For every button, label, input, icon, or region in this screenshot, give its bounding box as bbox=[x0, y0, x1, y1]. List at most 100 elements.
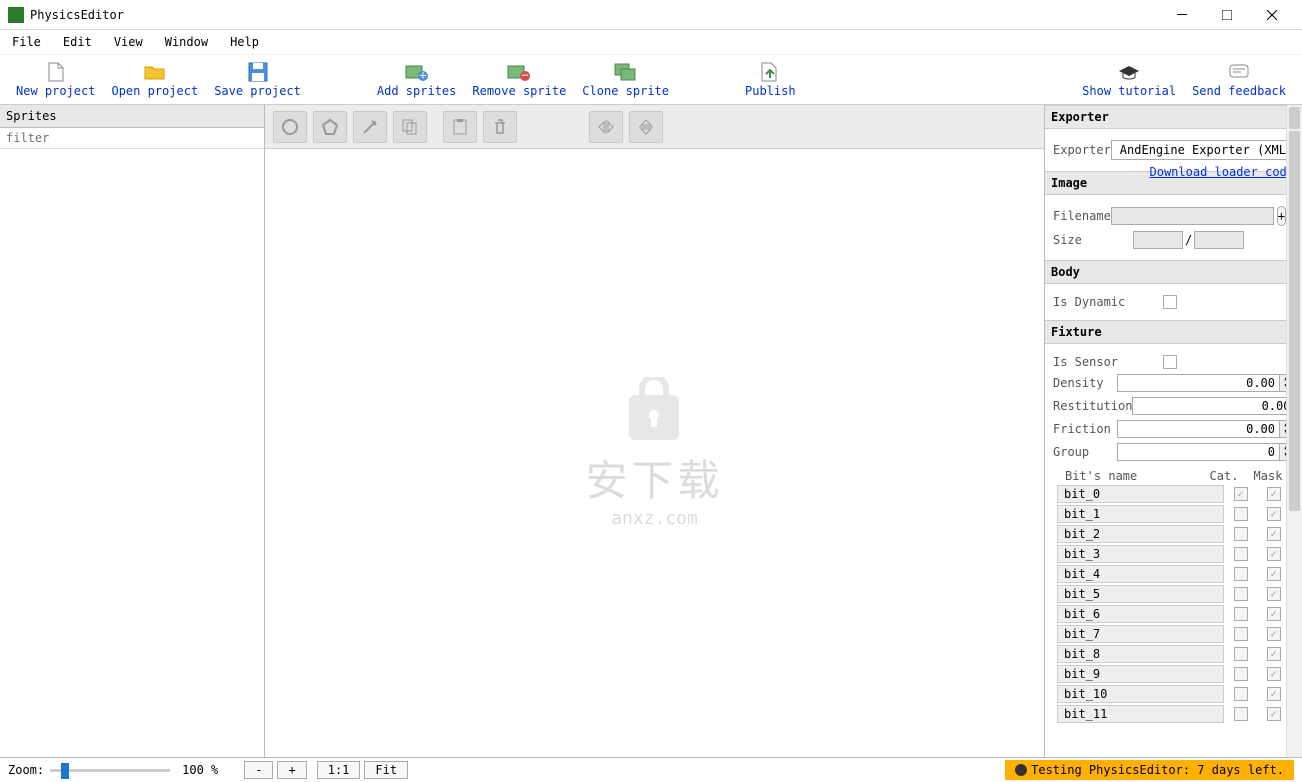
filename-input[interactable] bbox=[1111, 207, 1274, 225]
size-w-input[interactable] bbox=[1133, 231, 1183, 249]
cat-header: Cat. bbox=[1202, 469, 1246, 483]
is-dynamic-label: Is Dynamic bbox=[1053, 295, 1163, 309]
mask-checkbox[interactable]: ✓ bbox=[1267, 487, 1281, 501]
body-section-header: Body bbox=[1045, 260, 1302, 284]
mask-checkbox[interactable]: ✓ bbox=[1267, 527, 1281, 541]
bit-name-input[interactable] bbox=[1057, 545, 1224, 563]
publish-button[interactable]: Publish bbox=[737, 60, 804, 100]
bit-name-input[interactable] bbox=[1057, 645, 1224, 663]
mask-checkbox[interactable]: ✓ bbox=[1267, 687, 1281, 701]
mirror-h-tool[interactable] bbox=[589, 111, 623, 143]
zoom-1to1-button[interactable]: 1:1 bbox=[317, 761, 361, 779]
zoom-in-icon[interactable]: + bbox=[1277, 206, 1286, 226]
sprites-list[interactable] bbox=[0, 149, 264, 757]
size-label: Size bbox=[1053, 233, 1133, 247]
zoom-slider[interactable] bbox=[50, 761, 170, 779]
show-tutorial-button[interactable]: Show tutorial bbox=[1074, 60, 1184, 100]
mirror-v-tool[interactable] bbox=[629, 111, 663, 143]
polygon-tool[interactable] bbox=[313, 111, 347, 143]
send-feedback-button[interactable]: Send feedback bbox=[1184, 60, 1294, 100]
bits-name-header: Bit's name bbox=[1057, 469, 1202, 483]
bit-row: ✓ bbox=[1057, 585, 1290, 603]
cat-checkbox[interactable] bbox=[1234, 587, 1248, 601]
bit-name-input[interactable] bbox=[1057, 485, 1224, 503]
mask-checkbox[interactable]: ✓ bbox=[1267, 567, 1281, 581]
cat-checkbox[interactable] bbox=[1234, 667, 1248, 681]
open-project-button[interactable]: Open project bbox=[103, 60, 206, 100]
zoom-label: Zoom: bbox=[8, 763, 44, 777]
clone-sprite-button[interactable]: Clone sprite bbox=[574, 60, 677, 100]
maximize-button[interactable] bbox=[1204, 1, 1249, 29]
friction-label: Friction bbox=[1053, 422, 1117, 436]
filename-label: Filename bbox=[1053, 209, 1111, 223]
canvas-area: 安下载 anxz.com bbox=[265, 105, 1045, 757]
zoom-fit-button[interactable]: Fit bbox=[364, 761, 408, 779]
canvas[interactable]: 安下载 anxz.com bbox=[265, 149, 1044, 757]
density-input[interactable] bbox=[1117, 374, 1280, 392]
mask-checkbox[interactable]: ✓ bbox=[1267, 707, 1281, 721]
bit-name-input[interactable] bbox=[1057, 565, 1224, 583]
cat-checkbox[interactable] bbox=[1234, 687, 1248, 701]
circle-tool[interactable] bbox=[273, 111, 307, 143]
new-project-button[interactable]: New project bbox=[8, 60, 103, 100]
cat-checkbox[interactable] bbox=[1234, 707, 1248, 721]
remove-sprite-button[interactable]: − Remove sprite bbox=[464, 60, 574, 100]
menu-view[interactable]: View bbox=[110, 33, 147, 51]
size-h-input[interactable] bbox=[1194, 231, 1244, 249]
is-sensor-checkbox[interactable] bbox=[1163, 355, 1177, 369]
mask-checkbox[interactable]: ✓ bbox=[1267, 507, 1281, 521]
restitution-input[interactable] bbox=[1132, 397, 1295, 415]
mask-checkbox[interactable]: ✓ bbox=[1267, 627, 1281, 641]
cat-checkbox[interactable] bbox=[1234, 527, 1248, 541]
exporter-select[interactable]: AndEngine Exporter (XML) bbox=[1111, 140, 1302, 160]
zoom-in-button[interactable]: + bbox=[277, 761, 306, 779]
scrollbar[interactable] bbox=[1286, 105, 1302, 757]
menubar: File Edit View Window Help bbox=[0, 30, 1302, 55]
filter-input[interactable] bbox=[0, 128, 264, 149]
bit-row: ✓ bbox=[1057, 605, 1290, 623]
cat-checkbox[interactable] bbox=[1234, 507, 1248, 521]
feedback-icon bbox=[1227, 62, 1251, 82]
sprites-panel: Sprites bbox=[0, 105, 265, 757]
cat-checkbox[interactable] bbox=[1234, 547, 1248, 561]
shape-toolbar bbox=[265, 105, 1044, 149]
menu-edit[interactable]: Edit bbox=[59, 33, 96, 51]
mask-checkbox[interactable]: ✓ bbox=[1267, 587, 1281, 601]
copy-tool[interactable] bbox=[393, 111, 427, 143]
bit-name-input[interactable] bbox=[1057, 705, 1224, 723]
mask-checkbox[interactable]: ✓ bbox=[1267, 607, 1281, 621]
minimize-button[interactable] bbox=[1159, 1, 1204, 29]
statusbar: Zoom: 100 % - + 1:1 Fit Testing PhysicsE… bbox=[0, 757, 1302, 782]
bit-name-input[interactable] bbox=[1057, 525, 1224, 543]
zoom-out-button[interactable]: - bbox=[244, 761, 273, 779]
menu-help[interactable]: Help bbox=[226, 33, 263, 51]
cat-checkbox[interactable]: ✓ bbox=[1234, 487, 1248, 501]
mask-checkbox[interactable]: ✓ bbox=[1267, 547, 1281, 561]
bit-name-input[interactable] bbox=[1057, 665, 1224, 683]
bit-name-input[interactable] bbox=[1057, 625, 1224, 643]
mask-checkbox[interactable]: ✓ bbox=[1267, 667, 1281, 681]
cat-checkbox[interactable] bbox=[1234, 567, 1248, 581]
trial-status[interactable]: Testing PhysicsEditor: 7 days left. bbox=[1005, 760, 1294, 780]
bit-name-input[interactable] bbox=[1057, 605, 1224, 623]
save-project-button[interactable]: Save project bbox=[206, 60, 309, 100]
bit-name-input[interactable] bbox=[1057, 685, 1224, 703]
cat-checkbox[interactable] bbox=[1234, 627, 1248, 641]
menu-file[interactable]: File bbox=[8, 33, 45, 51]
bit-name-input[interactable] bbox=[1057, 585, 1224, 603]
close-button[interactable] bbox=[1249, 1, 1294, 29]
bit-name-input[interactable] bbox=[1057, 505, 1224, 523]
delete-tool[interactable] bbox=[483, 111, 517, 143]
paste-tool[interactable] bbox=[443, 111, 477, 143]
download-loader-link[interactable]: Download loader code bbox=[1150, 165, 1295, 179]
mask-checkbox[interactable]: ✓ bbox=[1267, 647, 1281, 661]
cat-checkbox[interactable] bbox=[1234, 647, 1248, 661]
add-sprites-button[interactable]: + Add sprites bbox=[369, 60, 464, 100]
is-dynamic-checkbox[interactable] bbox=[1163, 295, 1177, 309]
wand-tool[interactable] bbox=[353, 111, 387, 143]
menu-window[interactable]: Window bbox=[161, 33, 212, 51]
cat-checkbox[interactable] bbox=[1234, 607, 1248, 621]
is-sensor-label: Is Sensor bbox=[1053, 355, 1163, 369]
friction-input[interactable] bbox=[1117, 420, 1280, 438]
group-input[interactable] bbox=[1117, 443, 1280, 461]
